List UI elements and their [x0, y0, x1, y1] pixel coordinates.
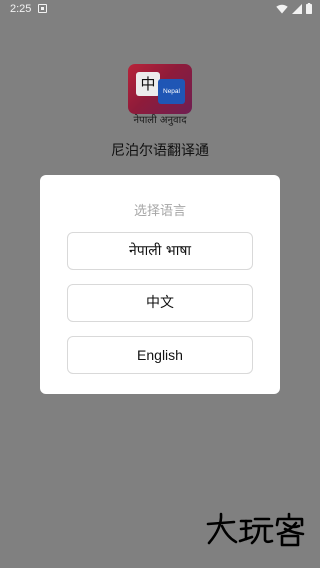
language-option-chinese[interactable]: 中文 — [67, 284, 253, 322]
signal-icon — [292, 3, 302, 14]
app-logo: 中 Nepal — [128, 64, 192, 114]
wifi-icon — [276, 4, 288, 13]
status-time: 2:25 — [10, 3, 32, 15]
app-title: 尼泊尔语翻译通 — [111, 143, 209, 159]
logo-chinese-badge: 中 — [136, 72, 160, 96]
watermark-logo — [206, 512, 305, 547]
language-option-label: नेपाली भाषा — [128, 243, 192, 259]
battery-icon — [306, 3, 312, 14]
language-option-nepali[interactable]: नेपाली भाषा — [67, 232, 253, 270]
notification-icon — [38, 4, 47, 13]
language-option-label: 中文 — [146, 295, 174, 311]
language-option-english[interactable]: English — [67, 336, 253, 374]
status-icons — [276, 3, 312, 14]
language-option-label: English — [137, 347, 183, 363]
logo-nepal-badge: Nepal — [158, 79, 185, 104]
language-dialog: 选择语言 नेपाली भाषा 中文 English — [40, 175, 280, 394]
logo-caption: नेपाली अनुवाद — [133, 115, 187, 126]
status-bar: 2:25 — [0, 0, 320, 20]
dialog-title: 选择语言 — [133, 204, 186, 219]
